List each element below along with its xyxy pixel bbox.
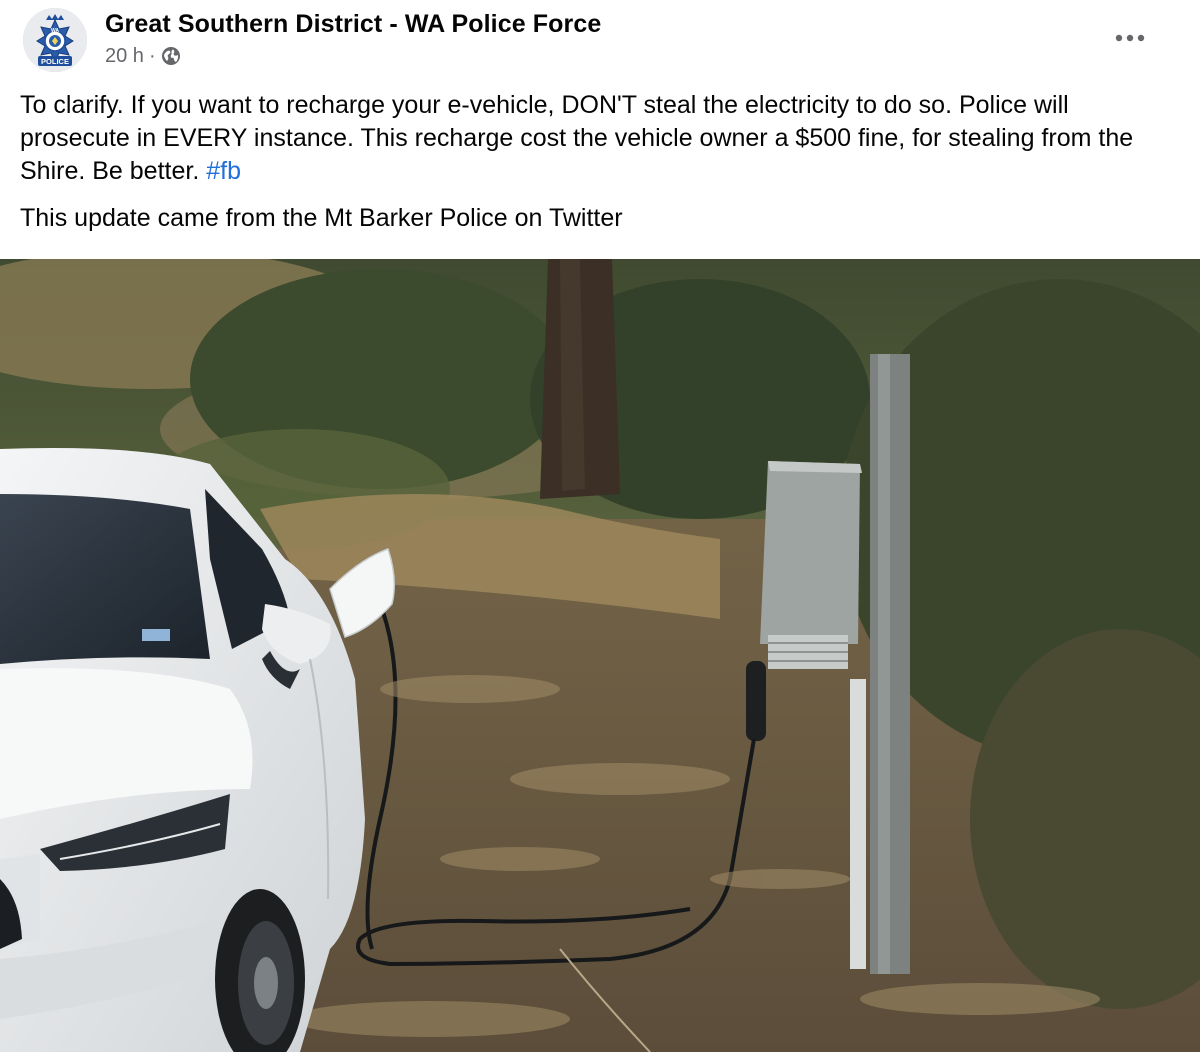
post-paragraph-1: To clarify. If you want to recharge your… — [20, 89, 1150, 188]
post-timestamp[interactable]: 20 h — [105, 45, 144, 68]
post-paragraph-1-text: To clarify. If you want to recharge your… — [20, 91, 1134, 185]
more-horizontal-icon — [1115, 34, 1145, 42]
globe-icon[interactable] — [161, 46, 181, 66]
post-photo-image — [0, 259, 1200, 1052]
avatar-badge-top-text: WA — [51, 28, 59, 34]
post-body: To clarify. If you want to recharge your… — [20, 89, 1150, 235]
post-header: POLICE WA Great Southern District - WA P… — [0, 0, 1200, 80]
post-meta: 20 h · — [105, 43, 181, 69]
page-avatar[interactable]: POLICE WA — [23, 8, 87, 72]
more-options-button[interactable] — [1108, 26, 1152, 50]
page-name-link[interactable]: Great Southern District - WA Police Forc… — [105, 10, 601, 39]
post-photo[interactable] — [0, 259, 1200, 1052]
hashtag-link[interactable]: #fb — [206, 157, 241, 185]
post-paragraph-2: This update came from the Mt Barker Poli… — [20, 204, 623, 232]
avatar-badge-text: POLICE — [41, 57, 69, 66]
police-crest-icon: POLICE WA — [23, 8, 87, 72]
meta-separator: · — [148, 44, 156, 67]
